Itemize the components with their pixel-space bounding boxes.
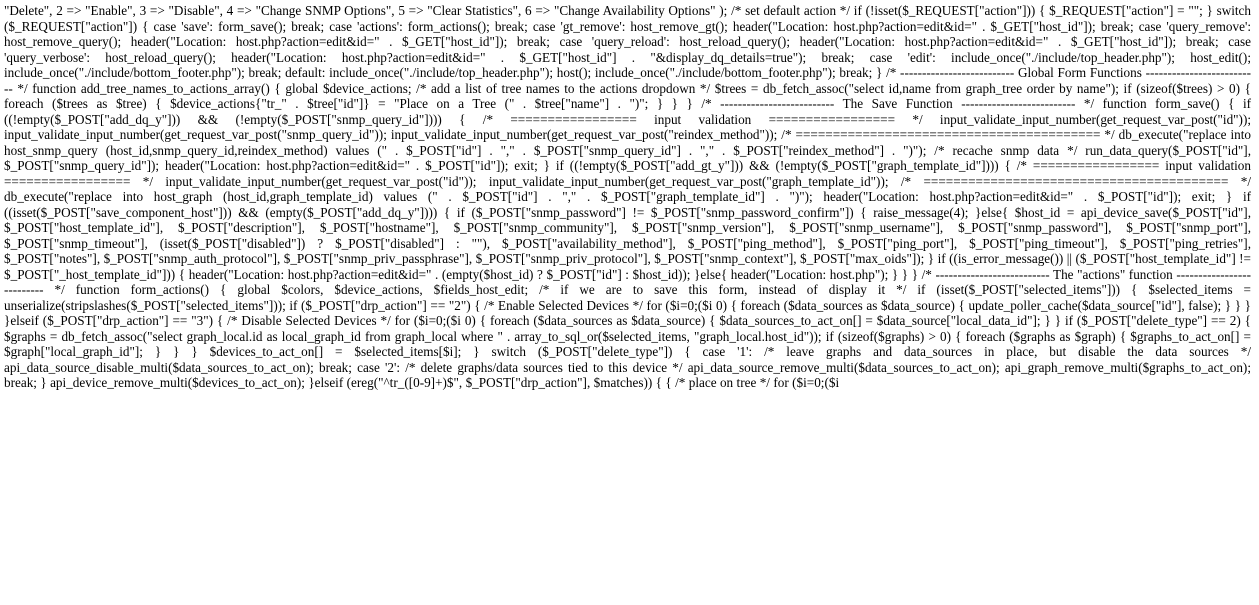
source-code-text-block: "Delete", 2 => "Enable", 3 => "Disable",… — [4, 3, 1251, 390]
